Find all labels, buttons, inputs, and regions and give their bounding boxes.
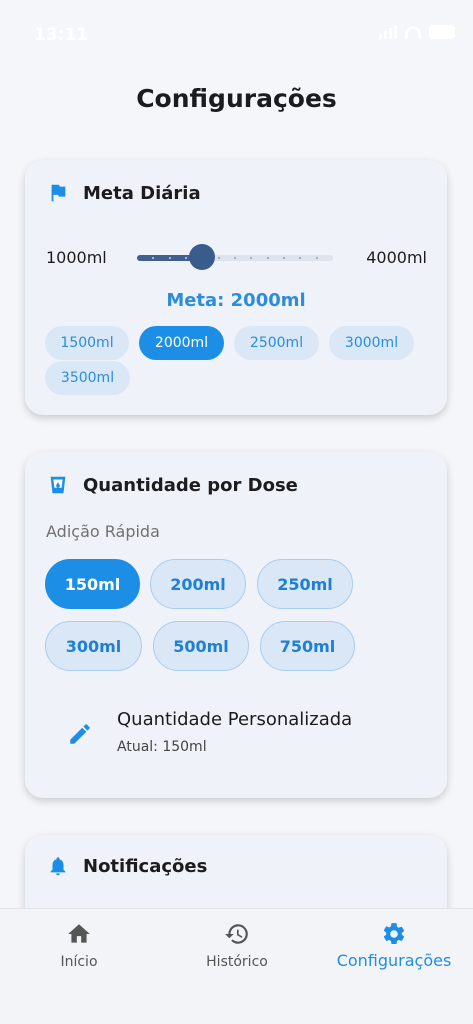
status-icons: [379, 25, 455, 39]
slider-tick: [266, 257, 269, 259]
wifi-icon: [405, 26, 421, 38]
dose-500-button[interactable]: 500ml: [153, 621, 249, 671]
slider-min-label: 1000ml: [46, 248, 107, 267]
daily-goal-header: Meta Diária: [47, 182, 201, 204]
notifications-title: Notificações: [83, 855, 208, 877]
dose-300-button[interactable]: 300ml: [45, 621, 142, 671]
quick-add-label: Adição Rápida: [46, 522, 160, 541]
edit-icon: [70, 724, 90, 744]
dose-header: Quantidade por Dose: [47, 474, 298, 496]
status-bar: 13:11: [0, 0, 473, 70]
nav-home[interactable]: Início: [0, 909, 158, 989]
dose-150-button[interactable]: 150ml: [45, 559, 140, 609]
slider-tick: [283, 257, 285, 259]
page-title: Configurações: [136, 84, 337, 113]
nav-settings-label: Configurações: [336, 951, 452, 970]
slider-tick: [315, 257, 318, 259]
slider-tick: [250, 257, 253, 259]
slider-tick: [234, 257, 236, 259]
goal-chip-3500[interactable]: 3500ml: [45, 361, 130, 395]
nav-history[interactable]: Histórico: [158, 909, 316, 989]
goal-current-value: Meta: 2000ml: [166, 290, 306, 311]
notifications-header: Notificações: [47, 855, 207, 877]
goal-chip-2500[interactable]: 2500ml: [234, 326, 319, 360]
cup-icon: [50, 476, 66, 494]
dose-title: Quantidade por Dose: [83, 474, 298, 496]
slider-tick: [168, 257, 171, 259]
daily-goal-card: Meta Diária 1000ml 4000ml Meta: 2000ml 1…: [25, 160, 447, 415]
custom-amount-current: Atual: 150ml: [117, 739, 207, 755]
gear-icon: [383, 923, 405, 945]
custom-amount-row[interactable]: Quantidade Personalizada Atual: 150ml: [65, 707, 425, 767]
slider-tick: [217, 257, 220, 259]
goal-slider-thumb[interactable]: [189, 244, 216, 270]
home-icon: [68, 924, 90, 943]
goal-chip-3000[interactable]: 3000ml: [329, 326, 414, 360]
dose-card: Quantidade por Dose Adição Rápida 150ml …: [25, 452, 447, 798]
history-icon: [225, 924, 248, 944]
slider-max-label: 4000ml: [366, 248, 427, 267]
dose-200-button[interactable]: 200ml: [150, 559, 246, 609]
nav-home-label: Início: [60, 954, 98, 970]
daily-goal-title: Meta Diária: [83, 182, 201, 204]
dose-750-button[interactable]: 750ml: [260, 621, 355, 671]
slider-tick: [299, 257, 302, 259]
battery-icon: [429, 25, 455, 39]
nav-settings[interactable]: Configurações: [315, 909, 473, 989]
goal-slider-track[interactable]: [137, 255, 333, 261]
slider-tick: [185, 257, 187, 259]
status-time: 13:11: [34, 25, 89, 45]
nav-history-label: Histórico: [206, 954, 268, 970]
goal-chip-1500[interactable]: 1500ml: [45, 326, 129, 360]
bottom-nav: Início Histórico Configurações: [0, 908, 473, 1024]
signal-icon: [379, 25, 397, 39]
dose-250-button[interactable]: 250ml: [257, 559, 353, 609]
goal-chip-2000[interactable]: 2000ml: [139, 326, 224, 360]
flag-icon: [51, 184, 66, 202]
bell-icon: [50, 857, 66, 876]
custom-amount-title: Quantidade Personalizada: [117, 709, 353, 730]
